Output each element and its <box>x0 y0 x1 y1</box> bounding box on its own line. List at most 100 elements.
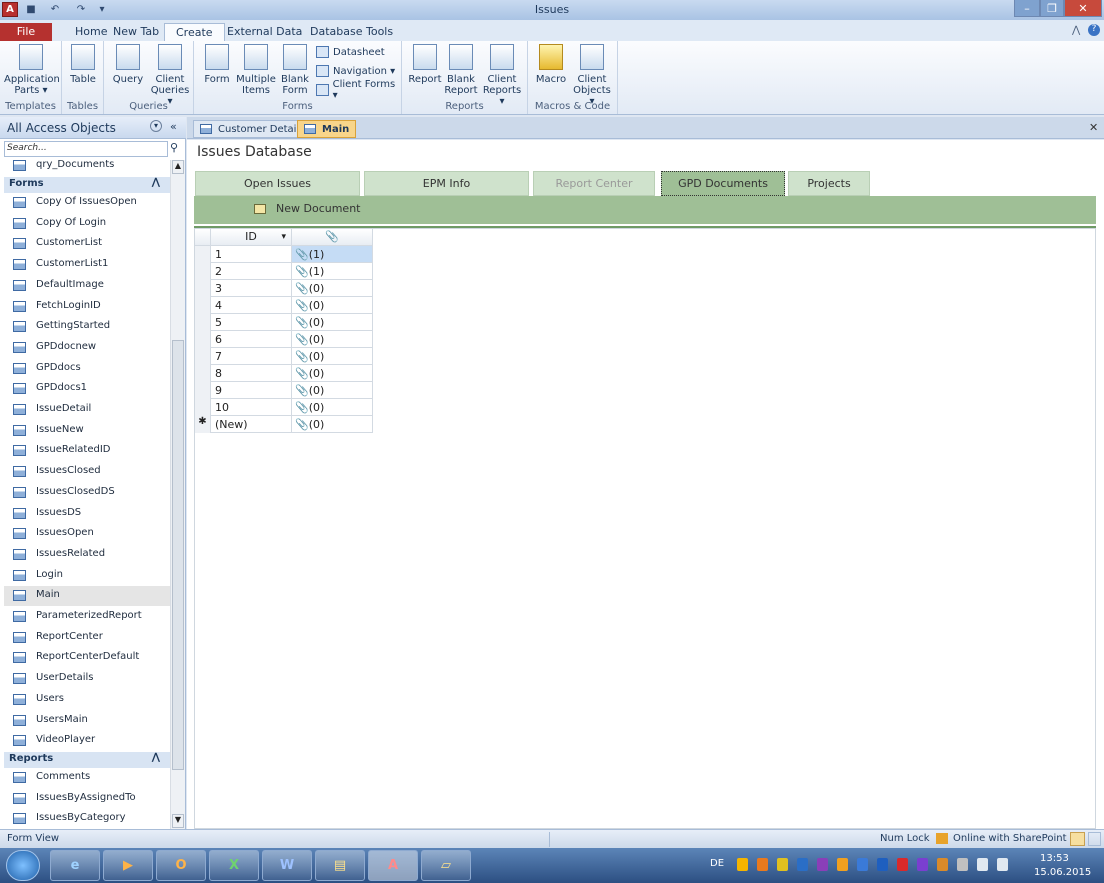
media-player-icon[interactable]: ▶ <box>103 850 153 881</box>
word-icon[interactable]: W <box>262 850 312 881</box>
nav-pane-header[interactable]: All Access Objects ▾ « <box>0 117 186 139</box>
nav-section-reports[interactable]: Reports ⋀ <box>4 752 170 768</box>
id-cell[interactable]: 3 <box>211 280 292 297</box>
internet-explorer-icon[interactable]: e <box>50 850 100 881</box>
nav-form-item[interactable]: VideoPlayer <box>4 731 170 751</box>
attachment-cell[interactable]: 📎(0) <box>292 314 373 331</box>
record-selector[interactable] <box>195 399 211 416</box>
nav-form-item[interactable]: IssuesClosedDS <box>4 483 170 503</box>
nav-form-item[interactable]: DefaultImage <box>4 276 170 296</box>
nav-form-item[interactable]: Copy Of IssuesOpen <box>4 193 170 213</box>
report-button[interactable]: Report <box>408 44 442 85</box>
application-parts-button[interactable]: Application Parts ▾ <box>4 44 60 96</box>
minimize-button[interactable]: – <box>1014 0 1040 17</box>
tray-icon[interactable] <box>957 858 968 871</box>
nav-form-item[interactable]: UsersMain <box>4 711 170 731</box>
column-header-attachment[interactable]: 📎 <box>292 229 373 246</box>
tray-icon[interactable] <box>757 858 768 871</box>
nav-form-item[interactable]: CustomerList1 <box>4 255 170 275</box>
nav-form-item[interactable]: Copy Of Login <box>4 214 170 234</box>
nav-form-item[interactable]: Users <box>4 690 170 710</box>
tray-icon[interactable] <box>737 858 748 871</box>
attachment-cell[interactable]: 📎(1) <box>292 246 373 263</box>
minimize-ribbon-icon[interactable]: ⋀ <box>1072 25 1080 36</box>
network-icon[interactable] <box>977 858 988 871</box>
tab-epm-info[interactable]: EPM Info <box>364 171 529 196</box>
id-cell[interactable]: 1 <box>211 246 292 263</box>
table-row[interactable]: 9 📎(0) <box>195 382 375 399</box>
id-cell[interactable]: 6 <box>211 331 292 348</box>
nav-form-item[interactable]: UserDetails <box>4 669 170 689</box>
language-indicator[interactable]: DE <box>710 858 724 869</box>
attachment-cell[interactable]: 📎(0) <box>292 399 373 416</box>
id-cell[interactable]: 5 <box>211 314 292 331</box>
form-button[interactable]: Form <box>200 44 234 85</box>
tab-new-tab[interactable]: New Tab <box>102 23 170 41</box>
nav-form-item[interactable]: GPDdocs1 <box>4 379 170 399</box>
clock-time[interactable]: 13:53 <box>1040 853 1069 864</box>
tray-icon[interactable] <box>797 858 808 871</box>
blank-form-button[interactable]: Blank Form <box>278 44 312 96</box>
tray-icon[interactable] <box>937 858 948 871</box>
tray-icon[interactable] <box>917 858 928 871</box>
id-cell[interactable]: 10 <box>211 399 292 416</box>
nav-form-item[interactable]: IssueNew <box>4 421 170 441</box>
select-all-cell[interactable] <box>195 229 211 246</box>
nav-form-item[interactable]: ParameterizedReport <box>4 607 170 627</box>
attachment-cell[interactable]: 📎(1) <box>292 263 373 280</box>
client-objects-button[interactable]: Client Objects ▾ <box>570 44 614 107</box>
tray-icon[interactable] <box>877 858 888 871</box>
form-view-icon[interactable] <box>1070 832 1085 846</box>
table-row[interactable]: 1 📎(1) <box>195 246 375 263</box>
attachment-cell[interactable]: 📎(0) <box>292 280 373 297</box>
nav-report-item[interactable]: Comments <box>4 768 170 788</box>
record-selector[interactable] <box>195 314 211 331</box>
close-document-icon[interactable]: ✕ <box>1089 121 1098 134</box>
attachment-cell[interactable]: 📎(0) <box>292 331 373 348</box>
bluetooth-icon[interactable] <box>857 858 868 871</box>
record-selector[interactable] <box>195 297 211 314</box>
explorer-icon[interactable]: ▤ <box>315 850 365 881</box>
record-selector[interactable] <box>195 331 211 348</box>
volume-icon[interactable] <box>997 858 1008 871</box>
multiple-items-button[interactable]: Multiple Items <box>236 44 276 96</box>
excel-icon[interactable]: X <box>209 850 259 881</box>
access-icon[interactable]: A <box>368 850 418 881</box>
nav-form-item[interactable]: GPDdocs <box>4 359 170 379</box>
nav-form-item[interactable]: IssuesRelated <box>4 545 170 565</box>
nav-form-item[interactable]: CustomerList <box>4 234 170 254</box>
tray-icon[interactable] <box>837 858 848 871</box>
new-document-button[interactable]: New Document <box>254 202 360 215</box>
record-selector[interactable] <box>195 280 211 297</box>
start-button[interactable] <box>6 850 40 881</box>
tab-open-issues[interactable]: Open Issues <box>195 171 360 196</box>
table-row[interactable]: 10 📎(0) <box>195 399 375 416</box>
table-row[interactable]: 8 📎(0) <box>195 365 375 382</box>
table-button[interactable]: Table <box>68 44 98 85</box>
tab-database-tools[interactable]: Database Tools <box>299 23 404 41</box>
scroll-down-icon[interactable]: ▼ <box>172 814 184 828</box>
nav-search-input[interactable]: Search... <box>4 141 168 157</box>
tray-icon[interactable] <box>897 858 908 871</box>
tab-gpd-documents[interactable]: GPD Documents <box>661 171 785 196</box>
nav-form-item[interactable]: IssueDetail <box>4 400 170 420</box>
attachment-cell[interactable]: 📎(0) <box>292 382 373 399</box>
new-record-row[interactable]: ✱ (New) 📎(0) <box>195 416 375 433</box>
nav-report-item[interactable]: IssuesByCategory <box>4 809 170 829</box>
nav-form-item[interactable]: GettingStarted <box>4 317 170 337</box>
tray-icon[interactable] <box>777 858 788 871</box>
client-forms-button[interactable]: Client Forms ▾ <box>316 79 401 101</box>
macro-button[interactable]: Macro <box>534 44 568 85</box>
nav-form-item[interactable]: IssuesDS <box>4 504 170 524</box>
id-cell[interactable]: 8 <box>211 365 292 382</box>
id-cell[interactable]: 2 <box>211 263 292 280</box>
maximize-button[interactable]: ❐ <box>1040 0 1064 17</box>
new-record-id[interactable]: (New) <box>211 416 292 433</box>
id-cell[interactable]: 9 <box>211 382 292 399</box>
nav-scrollbar[interactable]: ▲ ▼ <box>170 160 185 829</box>
client-reports-button[interactable]: Client Reports ▾ <box>480 44 524 107</box>
record-selector[interactable] <box>195 348 211 365</box>
tab-report-center[interactable]: Report Center <box>533 171 655 196</box>
nav-report-item[interactable]: IssuesByAssignedTo <box>4 789 170 809</box>
id-cell[interactable]: 4 <box>211 297 292 314</box>
